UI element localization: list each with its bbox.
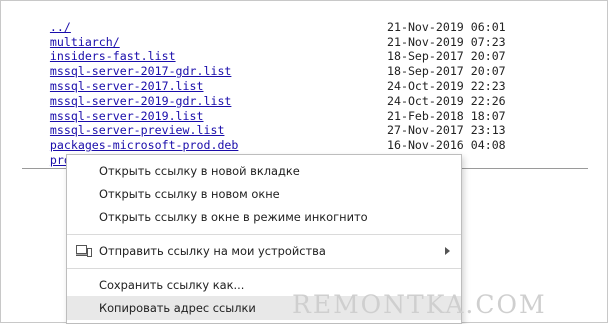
listing-row: packages-microsoft-prod.deb 27-Nov-2017 … [22, 123, 506, 152]
menu-separator [67, 234, 461, 235]
listing-row: prod.list 16-Nov-2016 04:08 [22, 138, 506, 167]
listing-row: ../ [22, 5, 238, 34]
file-date: 21-Nov-2019 06:01 [387, 19, 506, 34]
file-date: 21-Nov-2019 07:23 [387, 34, 506, 49]
menu-item-open-new-tab[interactable]: Открыть ссылку в новой вкладке [67, 159, 461, 183]
menu-item-label: Открыть ссылку в новом окне [99, 187, 280, 201]
listing-row: mssql-server-2019-gdr.list 24-Oct-2019 2… [22, 79, 506, 108]
menu-item-open-incognito[interactable]: Открыть ссылку в окне в режиме инкогнито [67, 205, 461, 229]
listing-row: mssql-server-2017.list 18-Sep-2017 20:07 [22, 64, 506, 93]
listing-row: insiders-fast.list 21-Nov-2019 07:23 [22, 35, 506, 64]
listing-row: mssql-server-preview.list 21-Feb-2018 18… [22, 109, 506, 138]
listing-row: mssql-server-2017-gdr.list 18-Sep-2017 2… [22, 49, 506, 78]
file-date: 24-Oct-2019 22:26 [387, 93, 506, 108]
watermark: REMONTKA.COM [292, 290, 547, 319]
file-date: 24-Oct-2019 22:23 [387, 78, 506, 93]
directory-listing: ../ multiarch/ 21-Nov-2019 06:01 insider… [22, 5, 506, 167]
menu-item-label: Копировать адрес ссылки [99, 301, 256, 315]
menu-item-send-to-devices[interactable]: Отправить ссылку на мои устройства [67, 239, 461, 263]
file-date: 18-Sep-2017 20:07 [387, 64, 506, 79]
menu-item-label: Открыть ссылку в окне в режиме инкогнито [99, 210, 368, 224]
file-date: 16-Nov-2016 04:08 [387, 138, 506, 153]
devices-icon [76, 245, 92, 257]
menu-separator [67, 268, 461, 269]
file-date: 18-Sep-2017 20:07 [387, 49, 506, 64]
menu-item-label: Отправить ссылку на мои устройства [99, 244, 326, 258]
menu-item-open-new-window[interactable]: Открыть ссылку в новом окне [67, 182, 461, 206]
menu-item-label: Открыть ссылку в новой вкладке [99, 164, 300, 178]
listing-row: multiarch/ 21-Nov-2019 06:01 [22, 20, 506, 49]
submenu-arrow-icon [445, 247, 450, 255]
file-date: 21-Feb-2018 18:07 [387, 108, 506, 123]
menu-item-label: Сохранить ссылку как... [99, 278, 245, 292]
listing-row: mssql-server-2019.list 24-Oct-2019 22:26 [22, 94, 506, 123]
file-date: 27-Nov-2017 23:13 [387, 123, 506, 138]
